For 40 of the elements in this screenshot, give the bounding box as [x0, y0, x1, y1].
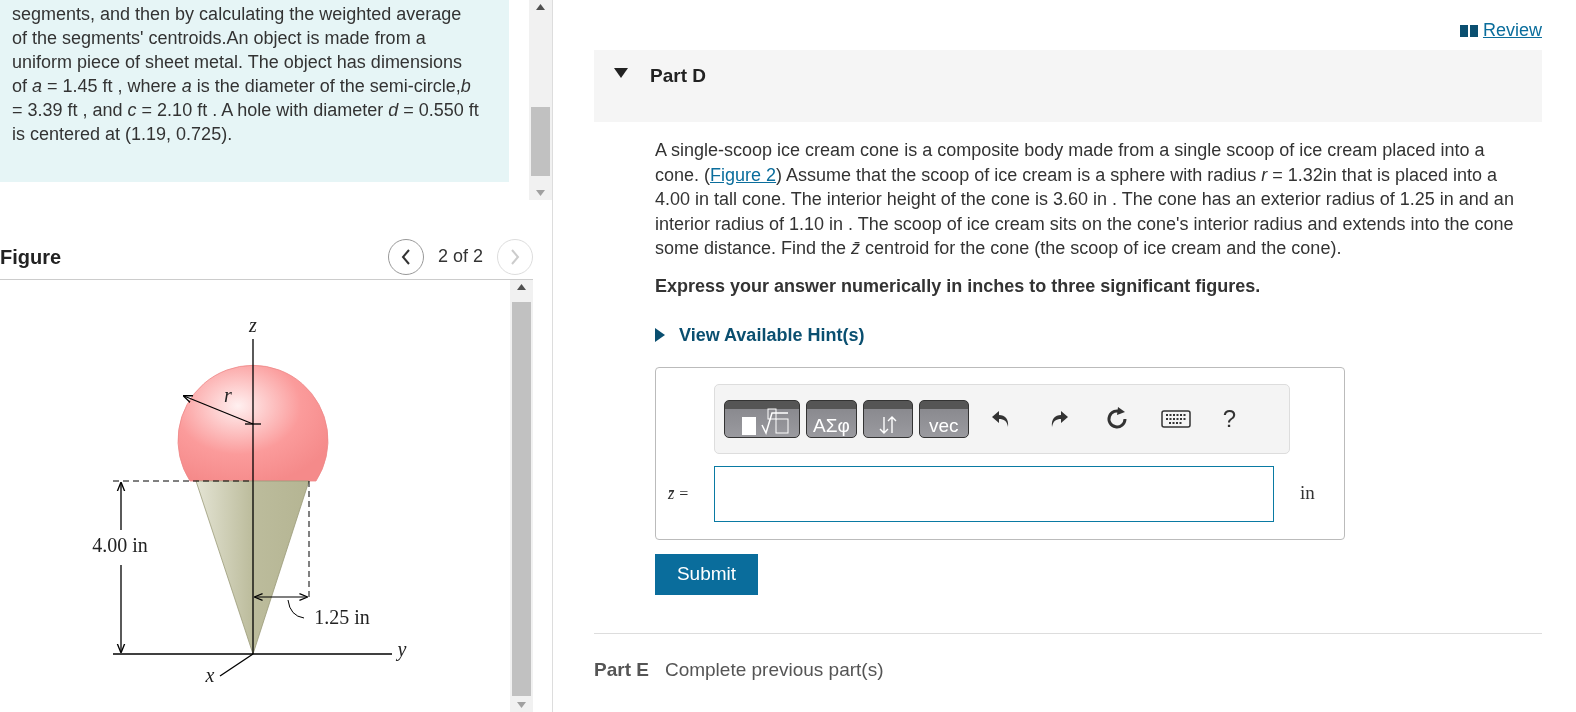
- part-status: Complete previous part(s): [664, 657, 884, 682]
- review-link[interactable]: Review: [1458, 17, 1542, 44]
- hint-triangle-icon[interactable]: [655, 328, 665, 342]
- book-icon: [1458, 23, 1479, 38]
- figure-label: 1.25 in: [314, 606, 370, 628]
- part-header[interactable]: Part D: [594, 50, 1542, 122]
- symbol-button[interactable]: ΑΣφ: [806, 399, 857, 438]
- keyboard-icon[interactable]: [1160, 409, 1191, 428]
- scrollbar-thumb[interactable]: [531, 107, 550, 176]
- part-label: Part E: [594, 657, 649, 682]
- hint-toggle[interactable]: View Available Hint(s): [655, 321, 865, 349]
- figure-label: r: [224, 384, 232, 406]
- chevron-left-icon: [400, 248, 411, 265]
- answer-instruction: Express your answer numerically in inches to three significant figures.: [655, 274, 1262, 298]
- chevron-right-icon: [510, 248, 520, 265]
- subscript-button[interactable]: [862, 399, 913, 438]
- symbol-button[interactable]: vec: [918, 399, 969, 438]
- expand-triangle-icon[interactable]: [614, 68, 628, 78]
- figure-title: Figure: [0, 244, 62, 270]
- figure-label: z: [249, 314, 257, 336]
- scroll-up-icon[interactable]: [536, 4, 545, 10]
- scroll-up-icon[interactable]: [517, 284, 526, 290]
- help-button[interactable]: ?: [1222, 406, 1237, 431]
- question-text: A single-scoop ice cream cone is a composite body made from a single scoop of ice cream placed into a cone. (Figure 2) Assume that the scoop of ice cream is a sphere with radius r = 1.32in that is placed into a 4.00 in tall cone. The interior height of the cone is 3.60 in . The cone has an exterior radius of 1.25 in and an interior radius of 1.10 in . The scoop of ice cream sits on the cone's interior radius and extends into the cone some distance. Find the z̄ centroid for the cone (the scoop of ice cream and the cone).: [655, 139, 1515, 260]
- scrollbar-thumb[interactable]: [512, 302, 531, 696]
- unit-label: in: [1300, 481, 1315, 506]
- part-title: Part D: [650, 64, 706, 88]
- scrollbar[interactable]: [510, 280, 533, 712]
- figure-counter: 2 of 2: [437, 245, 483, 268]
- submit-button[interactable]: Submit: [655, 553, 758, 595]
- scrollbar[interactable]: [529, 0, 552, 200]
- answer-label: z̄ =: [667, 483, 691, 504]
- figure-label: y: [397, 638, 407, 660]
- answer-field[interactable]: [714, 465, 1274, 522]
- figure-label: x: [205, 664, 215, 686]
- up-down-arrows-icon: [877, 414, 898, 435]
- figure-link[interactable]: Figure 2: [710, 164, 777, 185]
- figure-label: 4.00 in: [92, 534, 148, 556]
- problem-intro-text: segments, and then by calculating the weighted average of the segments' centroids.An object is made from a uniform piece of sheet metal. The object has dimensions of a = 1.45 ft , where a is the diameter of the semi-circle,b = 3.39 ft , and c = 2.10 ft . A hole with diameter d = 0.550 ft is centered at (1.19, 0.725).: [12, 3, 480, 146]
- template-button[interactable]: [724, 399, 800, 438]
